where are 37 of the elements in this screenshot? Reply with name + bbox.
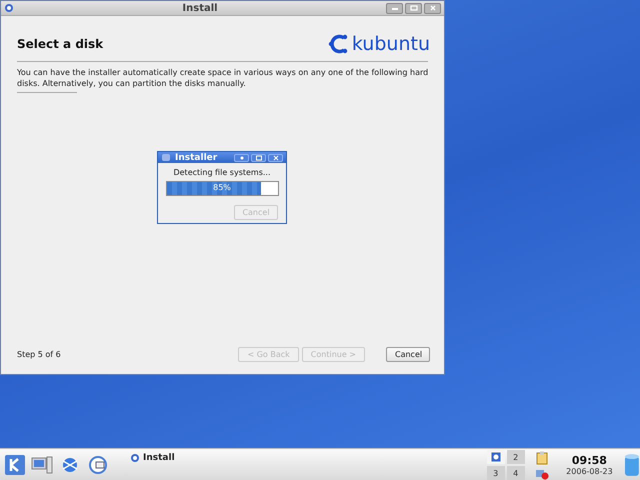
clock-time: 09:58 <box>572 454 607 467</box>
close-icon <box>428 5 436 11</box>
dialog-title: Installer <box>175 152 218 162</box>
task-button[interactable]: Install <box>130 453 487 463</box>
description-text: You can have the installer automatically create space in various ways on any one of the following hard disks. Alternatively, you can partition the disks manually. <box>17 67 430 89</box>
close-button[interactable] <box>424 2 441 14</box>
close-button[interactable] <box>268 154 283 162</box>
minimize-button[interactable] <box>386 2 403 14</box>
help-button[interactable] <box>234 154 249 162</box>
maximize-icon <box>256 154 262 160</box>
desktop-pager-button[interactable] <box>486 450 505 464</box>
cancel-button[interactable]: Cancel <box>386 347 430 362</box>
app-icon <box>130 453 140 463</box>
maximize-button[interactable] <box>251 154 266 162</box>
progress-percent: 85% <box>212 183 232 192</box>
task-label: Install <box>143 453 175 463</box>
trash-icon[interactable] <box>624 453 640 477</box>
dot-icon <box>238 154 244 160</box>
logo-icon <box>328 33 350 55</box>
network-warning-icon[interactable] <box>534 468 549 480</box>
desktop-pager-button[interactable]: 4 <box>506 466 525 480</box>
desktop-pager-button[interactable]: 3 <box>486 466 505 480</box>
clipboard-icon[interactable] <box>536 450 548 464</box>
close-icon <box>272 154 278 160</box>
step-label: Step 5 of 6 <box>17 350 61 359</box>
window-title: Install <box>181 2 219 14</box>
status-message: Detecting file systems... <box>173 168 271 177</box>
page-heading: Select a disk <box>17 37 104 51</box>
app-icon <box>161 153 171 162</box>
logo-text: kubuntu <box>352 33 430 55</box>
maximize-button[interactable] <box>405 2 422 14</box>
app-icon <box>4 3 14 13</box>
desktop-pager-button[interactable]: 2 <box>506 450 525 464</box>
minimize-icon <box>390 5 398 11</box>
desktop-preview-icon <box>490 452 501 462</box>
maximize-icon <box>410 5 418 11</box>
clock-date: 2006-08-23 <box>566 467 613 476</box>
